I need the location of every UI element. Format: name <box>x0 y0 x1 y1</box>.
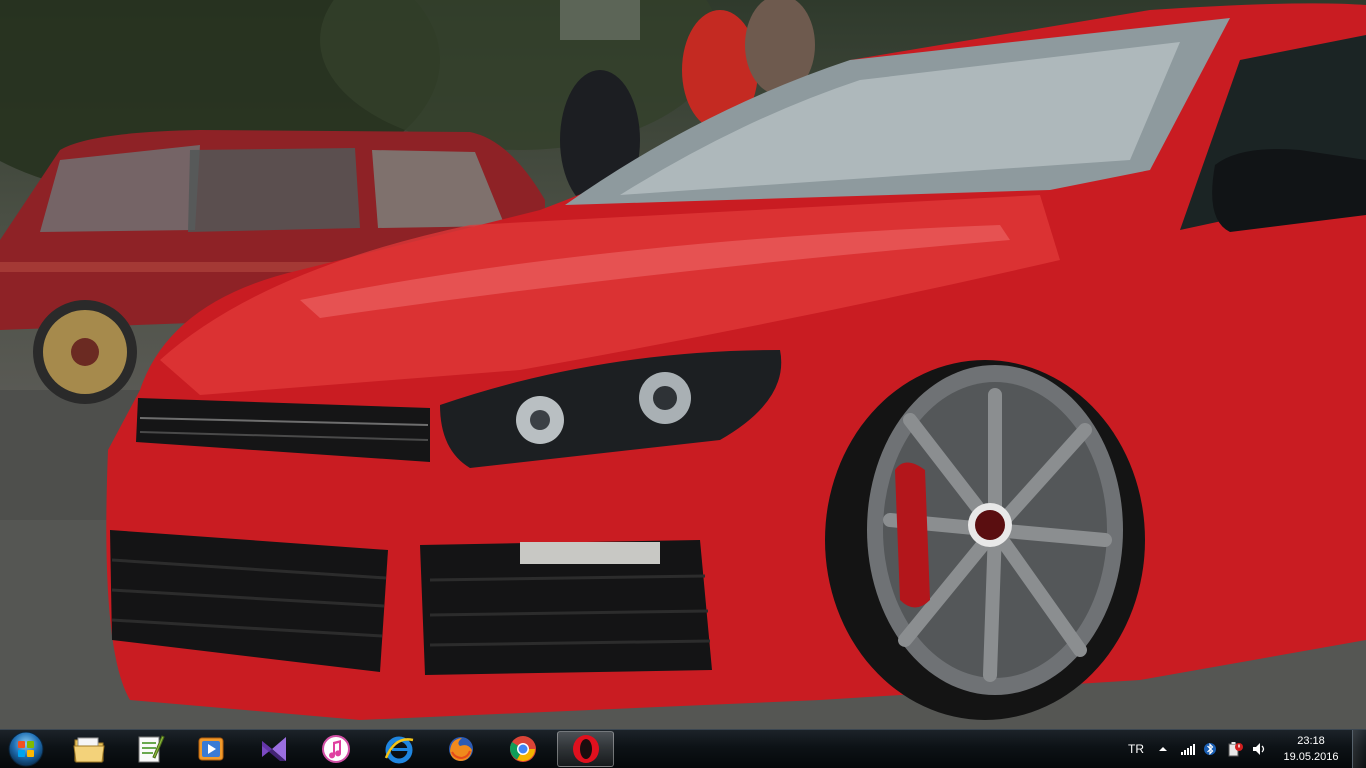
taskbar-chrome-button[interactable] <box>497 731 549 767</box>
windows-start-orb-icon <box>8 731 44 767</box>
desktop[interactable] <box>0 0 1366 729</box>
clock-time: 23:18 <box>1297 735 1325 747</box>
volume-tray-button[interactable] <box>1250 730 1270 768</box>
network-signal-icon <box>1181 744 1195 755</box>
taskbar-opera-button[interactable] <box>557 731 614 767</box>
media-player-icon <box>198 737 224 761</box>
start-button[interactable] <box>5 731 47 767</box>
volume-icon <box>1253 743 1265 755</box>
taskbar-internet-explorer-button[interactable] <box>373 731 425 767</box>
power-tray-button[interactable] <box>1224 730 1246 768</box>
bluetooth-icon <box>1204 743 1216 755</box>
power-icon <box>1228 742 1243 757</box>
notepad-plus-plus-icon <box>138 735 165 763</box>
taskbar: TR 23:18 19.05.2016 <box>0 729 1366 768</box>
itunes-icon <box>322 735 350 763</box>
show-hidden-icons-icon <box>1159 747 1167 751</box>
language-indicator[interactable]: TR <box>1124 730 1148 768</box>
clock[interactable]: 23:18 19.05.2016 <box>1278 733 1344 767</box>
taskbar-visual-studio-button[interactable] <box>248 731 300 767</box>
wallpaper-car-image <box>0 0 1366 729</box>
network-tray-button[interactable] <box>1178 730 1198 768</box>
file-explorer-icon <box>73 737 105 763</box>
taskbar-file-explorer-button[interactable] <box>63 731 115 767</box>
show-hidden-icons-button[interactable] <box>1154 730 1172 768</box>
visual-studio-icon <box>262 737 286 761</box>
opera-icon <box>572 735 599 763</box>
taskbar-notepad-plus-plus-button[interactable] <box>124 731 176 767</box>
bluetooth-tray-button[interactable] <box>1201 730 1219 768</box>
firefox-icon <box>449 737 473 761</box>
clock-date: 19.05.2016 <box>1283 751 1339 763</box>
show-desktop-button[interactable] <box>1352 730 1366 768</box>
taskbar-itunes-button[interactable] <box>310 731 362 767</box>
taskbar-firefox-button[interactable] <box>435 731 487 767</box>
chrome-icon <box>510 736 536 762</box>
taskbar-media-player-button[interactable] <box>185 731 237 767</box>
internet-explorer-icon <box>384 736 414 764</box>
